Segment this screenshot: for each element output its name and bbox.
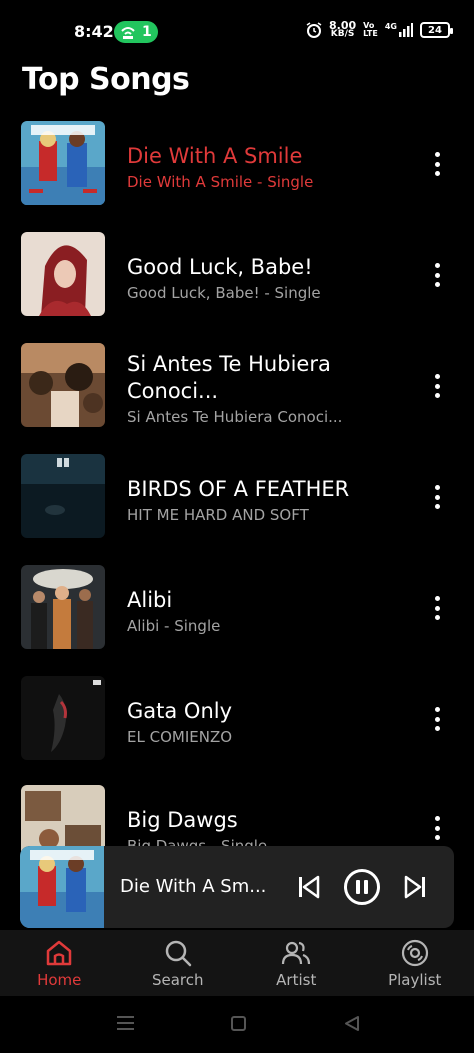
hotspot-icon [121, 27, 135, 39]
song-text: Good Luck, Babe! Good Luck, Babe! - Sing… [127, 254, 407, 302]
nav-item-artist[interactable]: Artist [237, 930, 356, 996]
more-vertical-icon [434, 263, 440, 268]
more-vertical-icon [434, 596, 440, 601]
nav-item-home[interactable]: Home [0, 930, 119, 996]
album-cover [21, 565, 105, 649]
next-track-button[interactable] [402, 874, 428, 900]
more-vertical-icon [434, 707, 440, 712]
artist-icon [282, 941, 311, 965]
home-button[interactable] [231, 1016, 246, 1031]
nav-item-playlist[interactable]: Playlist [356, 930, 474, 996]
more-vertical-icon [434, 485, 440, 490]
signal-indicator: 4G [385, 23, 413, 37]
more-options-button[interactable] [426, 371, 448, 401]
song-title: Good Luck, Babe! [127, 255, 313, 279]
more-options-button[interactable] [426, 260, 448, 290]
nav-label: Home [37, 971, 82, 989]
song-row[interactable]: Good Luck, Babe! Good Luck, Babe! - Sing… [0, 232, 474, 318]
song-row[interactable]: Gata Only EL COMIENZO [0, 676, 474, 762]
battery-indicator: 24 [420, 22, 453, 38]
volte-indicator: Vo LTE [363, 21, 378, 38]
playlist-icon [401, 939, 428, 967]
song-title: Big Dawgs [127, 808, 238, 832]
recents-button[interactable] [117, 1016, 134, 1030]
song-text: Si Antes Te Hubiera Conoci... Si Antes T… [127, 351, 407, 426]
album-cover [21, 454, 105, 538]
song-subtitle: Die With A Smile - Single [127, 173, 314, 191]
more-options-button[interactable] [426, 593, 448, 623]
back-button[interactable] [343, 1015, 361, 1032]
song-title: Gata Only [127, 699, 233, 723]
home-icon [47, 940, 72, 966]
previous-track-button[interactable] [296, 874, 322, 900]
page-title: Top Songs [22, 62, 190, 97]
album-cover [21, 676, 105, 760]
pause-icon [356, 880, 360, 894]
song-text: Alibi Alibi - Single [127, 587, 407, 635]
song-subtitle: Good Luck, Babe! - Single [127, 284, 321, 302]
more-vertical-icon [434, 374, 440, 379]
song-text: Gata Only EL COMIENZO [127, 698, 407, 746]
status-bar: 8:42 1 8.00 KB/S Vo LTE 4G 24 [0, 0, 474, 62]
album-cover [21, 343, 105, 427]
nav-label: Playlist [388, 971, 442, 989]
song-title: Die With A Smile [127, 144, 303, 168]
song-title: Si Antes Te Hubiera Conoci... [127, 352, 331, 403]
nav-label: Artist [276, 971, 317, 989]
signal-icon [399, 23, 413, 37]
pause-button[interactable] [344, 869, 380, 905]
network-type: 4G [384, 22, 397, 31]
more-options-button[interactable] [426, 482, 448, 512]
song-title: BIRDS OF A FEATHER [127, 477, 350, 501]
song-row[interactable]: BIRDS OF A FEATHER HIT ME HARD AND SOFT [0, 454, 474, 540]
song-text: Die With A Smile Die With A Smile - Sing… [127, 143, 407, 191]
status-time: 8:42 [74, 22, 114, 41]
more-vertical-icon [434, 152, 440, 157]
song-row[interactable]: Alibi Alibi - Single [0, 565, 474, 651]
more-options-button[interactable] [426, 813, 448, 843]
search-icon [165, 940, 191, 967]
alarm-icon [306, 22, 322, 38]
more-options-button[interactable] [426, 149, 448, 179]
hotspot-count: 1 [142, 24, 152, 40]
song-text: BIRDS OF A FEATHER HIT ME HARD AND SOFT [127, 476, 407, 524]
status-icons: 8.00 KB/S Vo LTE 4G 24 [306, 19, 453, 39]
hotspot-indicator: 1 [114, 21, 158, 43]
network-speed: 8.00 KB/S [329, 19, 357, 39]
nav-label: Search [151, 971, 204, 989]
song-row[interactable]: Si Antes Te Hubiera Conoci... Si Antes T… [0, 343, 474, 429]
nav-item-search[interactable]: Search [119, 930, 238, 996]
song-row[interactable]: Die With A Smile Die With A Smile - Sing… [0, 121, 474, 207]
song-subtitle: Si Antes Te Hubiera Conoci... [127, 408, 343, 426]
album-cover [21, 121, 105, 205]
more-vertical-icon [434, 816, 440, 821]
bottom-nav: Home Search Artist Playlist [0, 930, 474, 996]
album-cover [21, 232, 105, 316]
song-subtitle: HIT ME HARD AND SOFT [127, 506, 309, 524]
more-options-button[interactable] [426, 704, 448, 734]
now-playing-cover [20, 846, 104, 928]
song-subtitle: EL COMIENZO [127, 728, 233, 746]
song-title: Alibi [127, 588, 173, 612]
song-subtitle: Alibi - Single [127, 617, 221, 635]
now-playing-title: Die With A Sm... [120, 876, 267, 897]
mini-player[interactable]: Die With A Sm... [20, 846, 454, 928]
system-navigation-bar [0, 996, 474, 1053]
